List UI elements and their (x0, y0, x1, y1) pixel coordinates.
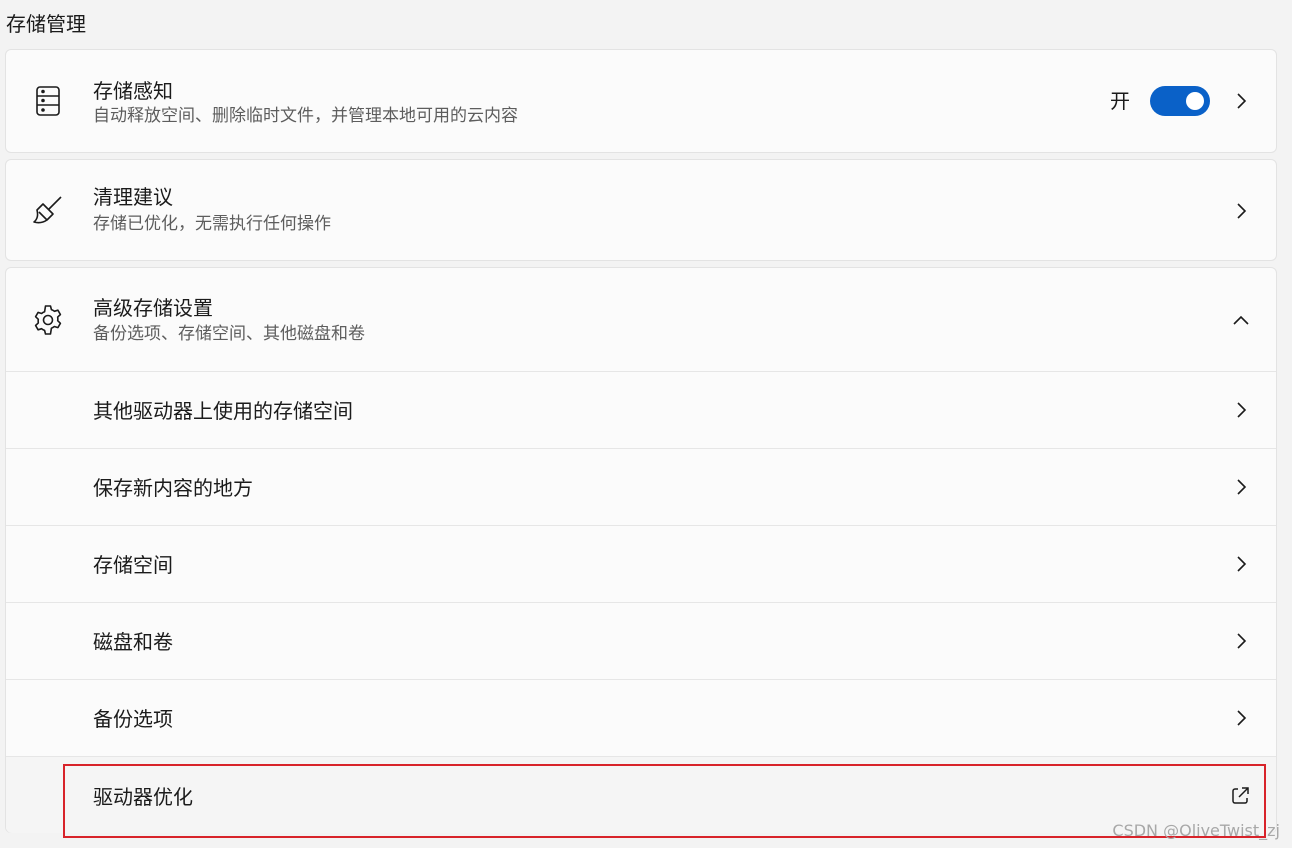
advanced-storage-subtitle: 备份选项、存储空间、其他磁盘和卷 (93, 324, 365, 344)
toggle-state-label: 开 (1110, 89, 1130, 113)
toggle-knob (1186, 92, 1204, 110)
advanced-storage-header[interactable]: 高级存储设置 备份选项、存储空间、其他磁盘和卷 (6, 268, 1276, 371)
sub-row-disks-volumes[interactable]: 磁盘和卷 (6, 603, 1276, 679)
storage-sense-title: 存储感知 (93, 79, 173, 103)
sub-row-label: 存储空间 (93, 553, 173, 577)
watermark-text: CSDN @OliveTwist_zj (1112, 821, 1280, 840)
cleanup-subtitle: 存储已优化，无需执行任何操作 (93, 214, 331, 234)
highlight-annotation-box (63, 764, 1266, 838)
sub-row-save-locations[interactable]: 保存新内容的地方 (6, 449, 1276, 525)
chevron-right-icon[interactable] (1232, 202, 1250, 220)
sub-row-storage-spaces[interactable]: 存储空间 (6, 526, 1276, 602)
advanced-storage-title: 高级存储设置 (93, 296, 213, 320)
chevron-right-icon[interactable] (1232, 709, 1250, 727)
advanced-storage-card: 高级存储设置 备份选项、存储空间、其他磁盘和卷 其他驱动器上使用的存储空间 保存… (5, 267, 1277, 833)
storage-sense-subtitle: 自动释放空间、删除临时文件，并管理本地可用的云内容 (93, 106, 518, 126)
gear-icon (31, 303, 65, 337)
sub-row-label: 磁盘和卷 (93, 630, 173, 654)
chevron-right-icon[interactable] (1232, 632, 1250, 650)
sub-row-label: 其他驱动器上使用的存储空间 (93, 399, 353, 423)
chevron-right-icon[interactable] (1232, 401, 1250, 419)
cleanup-card[interactable]: 清理建议 存储已优化，无需执行任何操作 (5, 159, 1277, 261)
section-title: 存储管理 (6, 12, 86, 36)
storage-sense-card[interactable]: 存储感知 自动释放空间、删除临时文件，并管理本地可用的云内容 开 (5, 49, 1277, 153)
sub-row-label: 保存新内容的地方 (93, 476, 253, 500)
chevron-right-icon[interactable] (1232, 555, 1250, 573)
sub-row-label: 备份选项 (93, 707, 173, 731)
storage-sense-toggle[interactable] (1150, 86, 1210, 116)
chevron-right-icon[interactable] (1232, 478, 1250, 496)
sub-row-other-drives[interactable]: 其他驱动器上使用的存储空间 (6, 372, 1276, 448)
chevron-up-icon[interactable] (1232, 311, 1250, 329)
cleanup-title: 清理建议 (93, 185, 173, 209)
storage-drive-icon (31, 84, 65, 118)
broom-icon (31, 194, 65, 228)
chevron-right-icon[interactable] (1232, 92, 1250, 110)
sub-row-backup-options[interactable]: 备份选项 (6, 680, 1276, 756)
